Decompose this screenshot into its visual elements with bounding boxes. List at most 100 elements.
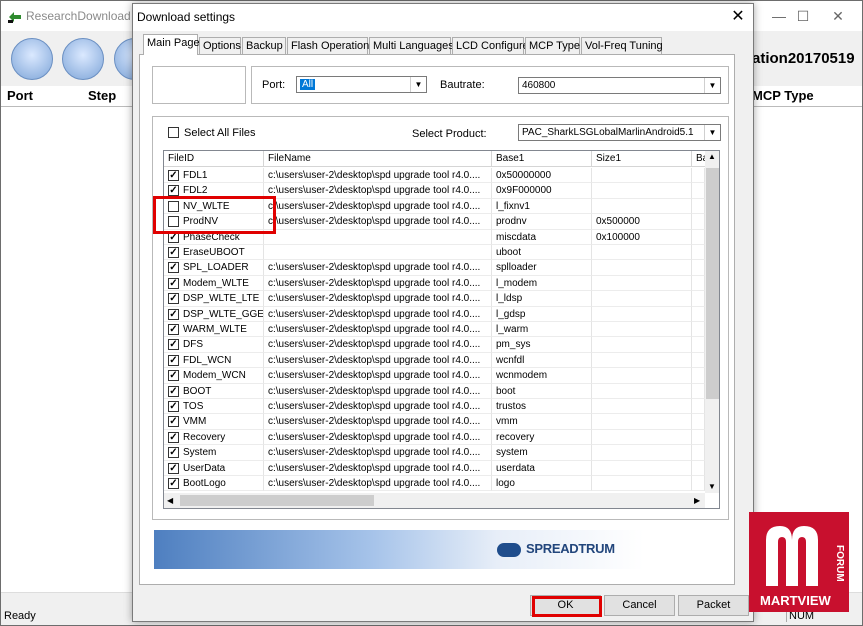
base-cell: uboot [492,245,592,261]
tab-flash-operations[interactable]: Flash Operations [287,37,375,54]
file-id-cell: ✓ UserData [164,460,264,476]
port-dropdown-icon[interactable]: ▼ [410,77,426,92]
checked-checkbox[interactable]: ✓ [168,339,179,351]
checked-checkbox[interactable]: ✓ [168,431,179,443]
checked-checkbox[interactable]: ✓ [168,416,179,428]
table-row[interactable]: ✓ UserData c:\users\user-2\desktop\spd upg… [164,460,705,476]
tab-backup[interactable]: Backup [242,37,286,54]
settings-gear-icon[interactable] [11,38,53,80]
extra-cell [692,322,705,338]
checked-checkbox[interactable]: ✓ [168,478,179,489]
table-row[interactable]: ✓ Modem_WLTE c:\users\user-2\desktop\spd u… [164,275,705,292]
multi-gear-icon[interactable] [62,38,104,80]
table-row[interactable]: ✓ DFS c:\users\user-2\desktop\spd upgrade … [164,337,705,353]
checked-checkbox[interactable]: ✓ [168,308,179,320]
base-cell: trustos [492,399,592,415]
checked-checkbox[interactable]: ✓ [168,277,179,289]
file-name-cell: c:\users\user-2\desktop\spd upgrade tool… [264,429,492,446]
table-row[interactable]: ✓ System c:\users\user-2\desktop\spd upgra… [164,445,705,461]
table-row[interactable]: ✓ Recovery c:\users\user-2\desktop\spd upg… [164,429,705,446]
extra-cell [692,368,705,384]
file-name-cell [264,245,492,261]
file-id-cell: ✓ FDL1 [164,168,264,184]
column-port[interactable]: Port [7,88,33,103]
size-cell [592,322,692,338]
scroll-left-icon[interactable]: ◀ [167,496,173,505]
checked-checkbox[interactable]: ✓ [168,185,179,197]
file-id-text: TOS [183,401,204,412]
file-name-cell: c:\users\user-2\desktop\spd upgrade tool… [264,352,492,369]
table-row[interactable]: ✓ FDL1 c:\users\user-2\desktop\spd upgrade… [164,168,705,184]
size-cell [592,198,692,215]
checked-checkbox[interactable]: ✓ [168,370,179,382]
select-all-checkbox[interactable] [168,127,179,138]
file-id-text: Modem_WLTE [183,277,249,289]
table-row[interactable]: ✓ DSP_WLTE_GGE c:\users\user-2\desktop\spd… [164,306,705,322]
close-window-icon[interactable]: ✕ [815,1,861,31]
size-cell [592,183,692,199]
column-step[interactable]: Step [88,88,116,103]
grid-header-size1[interactable]: Size1 [592,151,692,167]
cancel-button[interactable]: Cancel [604,595,675,616]
baudrate-select[interactable]: 460800 ▼ [518,77,721,94]
file-id-text: UserData [183,462,226,474]
tab-vol-freq-tuning[interactable]: Vol-Freq Tuning [581,37,663,54]
scroll-right-icon[interactable]: ▶ [694,496,700,505]
tab-multi-languages[interactable]: Multi Languages [369,37,454,54]
table-row[interactable]: ✓ BootLogo c:\users\user-2\desktop\spd upg… [164,476,705,492]
file-name-cell: c:\users\user-2\desktop\spd upgrade tool… [264,476,492,492]
grid-vertical-thumb[interactable] [706,168,719,399]
checked-checkbox[interactable]: ✓ [168,385,179,397]
table-row[interactable]: ✓ DSP_WLTE_LTE c:\users\user-2\desktop\spd… [164,291,705,307]
packet-button[interactable]: Packet [678,595,749,616]
table-row[interactable]: ✓ Modem_WCN c:\users\user-2\desktop\spd up… [164,368,705,384]
file-id-text: FDL_WCN [183,354,232,366]
scroll-down-icon[interactable]: ▼ [708,482,716,491]
extra-cell [692,291,705,307]
select-product-select[interactable]: PAC_SharkLSGLobalMarlinAndroid5.1 ▼ [518,124,721,141]
tab-mcp-type[interactable]: MCP Type [525,37,580,54]
checked-checkbox[interactable]: ✓ [168,447,179,459]
grid-horizontal-thumb[interactable] [180,495,374,506]
grid-header-filename[interactable]: FileName [264,151,492,167]
checked-checkbox[interactable]: ✓ [168,293,179,305]
file-id-text: BootLogo [183,478,226,489]
table-row[interactable]: ✓ SPL_LOADER c:\users\user-2\desktop\spd u… [164,260,705,276]
scroll-up-icon[interactable]: ▲ [708,152,716,161]
table-row[interactable]: ✓ TOS c:\users\user-2\desktop\spd upgrade … [164,399,705,415]
table-row[interactable]: ✓ VMM c:\users\user-2\desktop\spd upgrade … [164,414,705,430]
file-name-cell [264,229,492,245]
checked-checkbox[interactable]: ✓ [168,170,179,181]
grid-header-fileid[interactable]: FileID [164,151,264,167]
file-name-cell: c:\users\user-2\desktop\spd upgrade tool… [264,183,492,199]
baudrate-dropdown-icon[interactable]: ▼ [704,78,720,93]
tab-lcd-configure[interactable]: LCD Configure [452,37,529,54]
file-id-text: DFS [183,339,203,351]
port-select[interactable]: All ▼ [296,76,427,93]
checked-checkbox[interactable]: ✓ [168,354,179,366]
column-mcp-type[interactable]: MCP Type [752,88,814,103]
file-name-cell: c:\users\user-2\desktop\spd upgrade tool… [264,306,492,322]
checked-checkbox[interactable]: ✓ [168,262,179,274]
size-cell [592,168,692,184]
table-row[interactable]: ✓ EraseUBOOT uboot [164,245,705,261]
table-row[interactable]: ✓ FDL_WCN c:\users\user-2\desktop\spd upgr… [164,352,705,369]
checked-checkbox[interactable]: ✓ [168,401,179,412]
checked-checkbox[interactable]: ✓ [168,247,179,258]
grid-header-base1[interactable]: Base1 [492,151,592,167]
extra-cell [692,306,705,322]
file-name-cell: c:\users\user-2\desktop\spd upgrade tool… [264,275,492,292]
table-row[interactable]: ✓ BOOT c:\users\user-2\desktop\spd upgrade… [164,383,705,399]
dialog-close-icon[interactable]: ✕ [724,6,752,28]
product-dropdown-icon[interactable]: ▼ [704,125,720,140]
file-name-cell: c:\users\user-2\desktop\spd upgrade tool… [264,291,492,307]
base-cell: userdata [492,460,592,476]
tab-main-page[interactable]: Main Page [143,34,200,55]
tab-options[interactable]: Options [199,37,241,54]
checked-checkbox[interactable]: ✓ [168,462,179,474]
base-cell: system [492,445,592,461]
table-row[interactable]: ✓ WARM_WLTE c:\users\user-2\desktop\spd up… [164,322,705,338]
base-cell: l_fixnv1 [492,198,592,215]
file-id-cell: ✓ WARM_WLTE [164,322,264,338]
checked-checkbox[interactable]: ✓ [168,324,179,335]
